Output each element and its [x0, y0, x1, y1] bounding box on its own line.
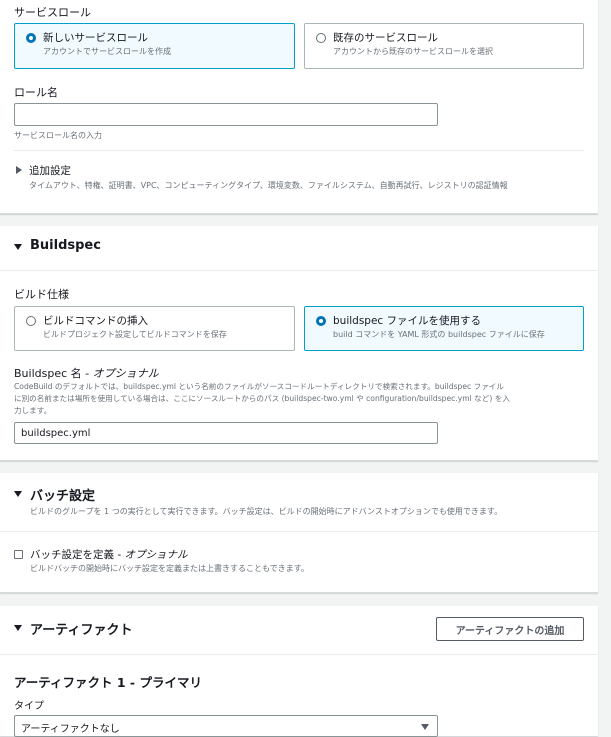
service-role-panel: サービスロール 新しいサービスロール アカウントでサービスロールを作成 既存のサ… — [0, 0, 598, 214]
artifacts-header[interactable]: アーティファクト — [0, 606, 420, 646]
batch-checkbox-row[interactable]: バッチ設定を定義 - オプショナル ビルドバッチの開始時にバッチ設定を定義または… — [14, 547, 414, 577]
caret-down-icon — [14, 491, 22, 497]
radio-new-service-role[interactable]: 新しいサービスロール アカウントでサービスロールを作成 — [14, 23, 295, 69]
caret-down-icon — [14, 244, 22, 250]
radio-title: buildspec ファイルを使用する — [333, 315, 482, 327]
artifact-type-label: タイプ — [14, 701, 44, 712]
buildspec-header[interactable]: Buildspec — [0, 226, 598, 270]
additional-settings-title: 追加設定 — [29, 165, 71, 177]
add-artifact-button[interactable]: アーティファクトの追加 — [436, 617, 584, 641]
buildspec-name-input[interactable] — [14, 422, 438, 444]
radio-dot-selected-icon — [26, 33, 36, 43]
batch-checkbox-optional: - オプショナル — [114, 549, 188, 561]
radio-dot-icon — [316, 33, 326, 43]
divider — [0, 270, 598, 271]
service-role-label: サービスロール — [14, 6, 91, 19]
chevron-down-icon — [421, 724, 429, 730]
divider — [0, 654, 598, 655]
radio-title: 既存のサービスロール — [333, 32, 438, 44]
role-name-label: ロール名 — [14, 86, 58, 99]
buildspec-name-desc-line2: に別の名前または場所を使用している場合は、ここにソースルートからのパス (bui… — [14, 394, 510, 403]
buildspec-name-label-text: Buildspec 名 — [14, 367, 82, 380]
buildspec-name-optional: - オプショナル — [81, 367, 159, 380]
buildspec-name-label: Buildspec 名 - オプショナル — [14, 365, 159, 381]
batch-checkbox[interactable] — [14, 550, 23, 559]
artifact-type-select[interactable]: アーティファクトなし — [14, 715, 438, 737]
batch-panel: バッチ設定 ビルドのグループを 1 つの実行として実行できます。バッチ設定は、ビ… — [0, 473, 598, 593]
caret-down-icon — [14, 625, 22, 631]
radio-insert-build-commands[interactable]: ビルドコマンドの挿入 ビルドプロジェクト設定してビルドコマンドを保存 — [14, 306, 295, 351]
divider — [0, 531, 598, 532]
role-name-hint: サービスロール名の入力 — [14, 131, 102, 140]
additional-settings-desc: タイムアウト、特権、証明書、VPC、コンピューティングタイプ、環境変数、ファイル… — [29, 181, 508, 190]
radio-desc: ビルドプロジェクト設定してビルドコマンドを保存 — [43, 330, 227, 339]
radio-dot-icon — [26, 316, 36, 326]
batch-header[interactable]: バッチ設定 — [0, 473, 598, 504]
batch-checkbox-desc: ビルドバッチの開始時にバッチ設定を定義または上書きすることもできます。 — [30, 564, 309, 573]
batch-title: バッチ設定 — [30, 489, 96, 504]
radio-title: ビルドコマンドの挿入 — [43, 315, 148, 327]
build-spec-label: ビルド仕様 — [14, 288, 69, 301]
divider — [14, 150, 584, 151]
buildspec-name-desc-line3: 力します。 — [14, 406, 52, 415]
additional-settings-toggle[interactable]: 追加設定 タイムアウト、特権、証明書、VPC、コンピューティングタイプ、環境変数… — [14, 162, 574, 194]
buildspec-panel: Buildspec ビルド仕様 ビルドコマンドの挿入 ビルドプロジェクト設定して… — [0, 226, 598, 461]
batch-desc: ビルドのグループを 1 つの実行として実行できます。バッチ設定は、ビルドの開始時… — [30, 507, 503, 516]
artifact1-title: アーティファクト 1 - プライマリ — [14, 675, 202, 690]
batch-checkbox-label-text: バッチ設定を定義 — [30, 549, 114, 561]
radio-desc: build コマンドを YAML 形式の buildspec ファイルに保存 — [333, 330, 545, 339]
radio-title: 新しいサービスロール — [43, 32, 148, 44]
role-name-input[interactable] — [14, 103, 438, 126]
radio-existing-service-role[interactable]: 既存のサービスロール アカウントから既存のサービスロールを選択 — [304, 23, 584, 69]
buildspec-name-desc-line1: CodeBuild のデフォルトでは、buildspec.yml という名前のフ… — [14, 382, 504, 391]
artifacts-panel: アーティファクト アーティファクトの追加 アーティファクト 1 - プライマリ … — [0, 606, 598, 737]
radio-use-buildspec-file[interactable]: buildspec ファイルを使用する build コマンドを YAML 形式の… — [304, 306, 584, 351]
buildspec-title: Buildspec — [30, 238, 101, 253]
radio-desc: アカウントから既存のサービスロールを選択 — [333, 47, 493, 56]
radio-desc: アカウントでサービスロールを作成 — [43, 47, 171, 56]
radio-dot-selected-icon — [316, 316, 326, 326]
batch-checkbox-label: バッチ設定を定義 - オプショナル — [30, 547, 187, 562]
caret-right-icon — [16, 166, 22, 174]
artifacts-title: アーティファクト — [30, 623, 133, 638]
artifact-type-value: アーティファクトなし — [21, 724, 120, 735]
